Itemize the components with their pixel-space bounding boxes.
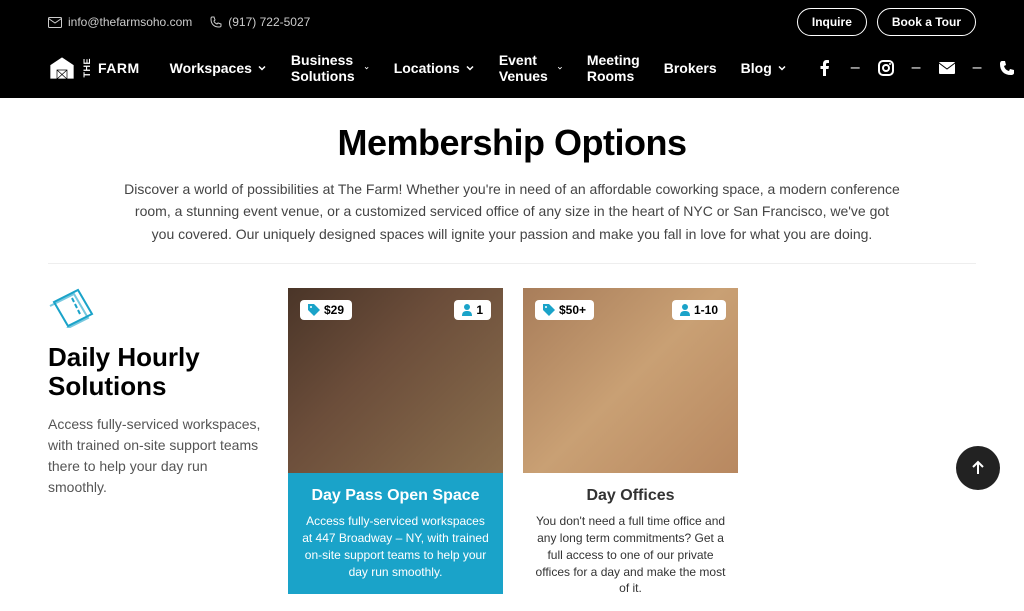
phone-icon (210, 16, 222, 28)
nav-links: Workspaces Business Solutions Locations … (170, 52, 787, 84)
card-day-pass[interactable]: $29 1 Day Pass Open Space Access fully-s… (288, 288, 503, 611)
arrow-up-icon (969, 459, 987, 477)
card-day-offices[interactable]: $50+ 1-10 Day Offices You don't need a f… (523, 288, 738, 611)
card-image: $29 1 (288, 288, 503, 473)
chevron-down-icon (257, 63, 267, 73)
section-desc: Access fully-serviced workspaces, with t… (48, 414, 268, 498)
price-badge: $29 (300, 300, 352, 320)
card-body: Day Pass Open Space Access fully-service… (288, 473, 503, 594)
email-text: info@thefarmsoho.com (68, 15, 192, 29)
card-desc: Access fully-serviced workspaces at 447 … (300, 513, 491, 580)
email-link[interactable]: info@thefarmsoho.com (48, 15, 192, 29)
section-left: Daily Hourly Solutions Access fully-serv… (48, 288, 268, 498)
price-badge: $50+ (535, 300, 594, 320)
topbar-left: info@thefarmsoho.com (917) 722-5027 (48, 15, 310, 29)
tag-icon (308, 304, 320, 316)
section-row: Daily Hourly Solutions Access fully-serv… (48, 288, 976, 611)
divider (48, 263, 976, 264)
barn-icon (48, 57, 76, 79)
scroll-top-button[interactable] (956, 446, 1000, 490)
section-title: Daily Hourly Solutions (48, 343, 268, 400)
phone-link[interactable]: (917) 722-5027 (210, 15, 310, 29)
card-desc: You don't need a full time office and an… (535, 513, 726, 597)
nav-business[interactable]: Business Solutions (291, 52, 370, 84)
ticket-icon (48, 288, 96, 328)
person-icon (680, 304, 690, 316)
instagram-icon[interactable] (878, 60, 894, 76)
mail-icon[interactable] (939, 60, 955, 76)
nav-brokers[interactable]: Brokers (664, 52, 717, 84)
card-title: Day Pass Open Space (300, 487, 491, 505)
capacity-badge: 1 (454, 300, 491, 320)
nav-blog[interactable]: Blog (741, 52, 787, 84)
topbar-right: Inquire Book a Tour (797, 8, 976, 36)
chevron-down-icon (777, 63, 787, 73)
chevron-down-icon (364, 63, 369, 73)
page-title: Membership Options (48, 122, 976, 164)
facebook-icon[interactable] (817, 60, 833, 76)
card-title: Day Offices (535, 487, 726, 505)
phone-text: (917) 722-5027 (228, 15, 310, 29)
card-image: $50+ 1-10 (523, 288, 738, 473)
navbar: THE FARM Workspaces Business Solutions L… (0, 44, 1024, 98)
tag-icon (543, 304, 555, 316)
main-content: Membership Options Discover a world of p… (0, 98, 1024, 611)
topbar: info@thefarmsoho.com (917) 722-5027 Inqu… (0, 0, 1024, 44)
mail-icon (48, 17, 62, 28)
logo-text: FARM (98, 60, 140, 76)
dash-sep: – (912, 59, 921, 77)
nav-locations[interactable]: Locations (394, 52, 475, 84)
inquire-button[interactable]: Inquire (797, 8, 867, 36)
page-intro: Discover a world of possibilities at The… (122, 178, 902, 245)
nav-workspaces[interactable]: Workspaces (170, 52, 267, 84)
cards: $29 1 Day Pass Open Space Access fully-s… (288, 288, 738, 611)
dash-sep: – (851, 59, 860, 77)
dash-sep: – (973, 59, 982, 77)
card-body: Day Offices You don't need a full time o… (523, 473, 738, 611)
nav-events[interactable]: Event Venues (499, 52, 563, 84)
nav-meeting[interactable]: Meeting Rooms (587, 52, 640, 84)
social-icons: – – – (817, 59, 1016, 77)
chevron-down-icon (557, 63, 563, 73)
capacity-badge: 1-10 (672, 300, 726, 320)
phone-icon[interactable] (999, 60, 1015, 76)
chevron-down-icon (465, 63, 475, 73)
person-icon (462, 304, 472, 316)
book-tour-button[interactable]: Book a Tour (877, 8, 976, 36)
logo[interactable]: THE FARM (48, 57, 140, 79)
